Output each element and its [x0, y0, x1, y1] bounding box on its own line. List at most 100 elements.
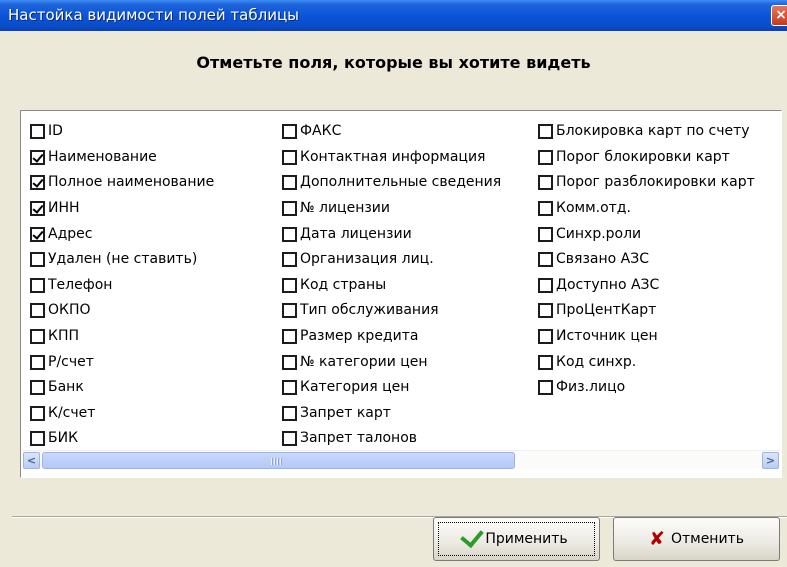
window-title: Настойка видимости полей таблицы [8, 6, 299, 24]
field-option[interactable]: Банк [30, 375, 214, 401]
field-checkbox[interactable] [538, 252, 553, 268]
field-option[interactable]: Дата лицензии [282, 221, 501, 247]
field-option[interactable]: Удален (не ставить) [30, 247, 214, 273]
horizontal-scrollbar[interactable]: < > [22, 450, 780, 469]
field-option[interactable]: ФАКС [282, 119, 501, 145]
scroll-left-button[interactable]: < [23, 452, 40, 469]
field-checkbox[interactable] [30, 303, 45, 319]
field-option[interactable]: Наименование [30, 145, 214, 171]
close-button[interactable]: × [771, 5, 787, 26]
field-option[interactable]: Запрет карт [282, 401, 501, 427]
field-checkbox[interactable] [538, 380, 553, 396]
field-checkbox[interactable] [538, 329, 553, 345]
field-checkbox[interactable] [538, 175, 553, 191]
field-checkbox[interactable] [282, 380, 297, 396]
dialog-body: Отметьте поля, которые вы хотите видеть … [0, 31, 787, 567]
field-checkbox[interactable] [538, 226, 553, 242]
field-checkbox[interactable] [30, 252, 45, 268]
field-label: Порог разблокировки карт [556, 174, 755, 191]
field-option[interactable]: ID [30, 119, 214, 145]
field-checkbox[interactable] [30, 277, 45, 293]
cancel-button-label: Отменить [670, 530, 744, 547]
field-option[interactable]: Контактная информация [282, 145, 501, 171]
field-option[interactable]: Размер кредита [282, 324, 501, 350]
field-checkbox[interactable] [282, 201, 297, 217]
field-label: Категория цен [300, 379, 410, 396]
field-label: Код синхр. [556, 353, 637, 370]
field-checkbox[interactable] [30, 124, 45, 140]
field-checkbox[interactable] [282, 405, 297, 421]
field-option[interactable]: Блокировка карт по счету [538, 119, 755, 145]
instruction-heading: Отметьте поля, которые вы хотите видеть [196, 53, 591, 72]
field-option[interactable]: Категория цен [282, 375, 501, 401]
field-checkbox[interactable] [30, 329, 45, 345]
field-option[interactable]: Связано АЗС [538, 247, 755, 273]
field-checkbox[interactable] [282, 431, 297, 447]
field-checkbox[interactable] [30, 380, 45, 396]
field-option[interactable]: Телефон [30, 273, 214, 299]
field-checkbox[interactable] [30, 149, 45, 165]
field-option[interactable]: Источник цен [538, 324, 755, 350]
field-option[interactable]: Порог блокировки карт [538, 145, 755, 171]
field-option[interactable]: № лицензии [282, 196, 501, 222]
field-checkbox[interactable] [538, 354, 553, 370]
field-option[interactable]: Порог разблокировки карт [538, 170, 755, 196]
field-label: Запрет карт [300, 404, 391, 421]
field-option[interactable]: ОКПО [30, 298, 214, 324]
field-option[interactable]: Дополнительные сведения [282, 170, 501, 196]
field-checkbox[interactable] [282, 277, 297, 293]
field-option[interactable]: Физ.лицо [538, 375, 755, 401]
scroll-right-button[interactable]: > [762, 452, 779, 469]
field-checkbox[interactable] [282, 226, 297, 242]
field-label: ПроЦентКарт [556, 302, 657, 319]
field-checkbox[interactable] [538, 277, 553, 293]
field-checkbox[interactable] [538, 201, 553, 217]
field-checkbox[interactable] [282, 124, 297, 140]
field-checkbox[interactable] [30, 405, 45, 421]
field-checkbox[interactable] [282, 252, 297, 268]
field-label: ОКПО [48, 302, 91, 319]
field-label: Комм.отд. [556, 200, 631, 217]
field-checkbox[interactable] [30, 201, 45, 217]
field-checkbox[interactable] [282, 175, 297, 191]
field-option[interactable]: КПП [30, 324, 214, 350]
field-checkbox[interactable] [30, 354, 45, 370]
field-option[interactable]: ИНН [30, 196, 214, 222]
field-checkbox[interactable] [538, 149, 553, 165]
field-checkbox[interactable] [282, 303, 297, 319]
field-option[interactable]: Тип обслуживания [282, 298, 501, 324]
field-option[interactable]: Доступно АЗС [538, 273, 755, 299]
field-label: Полное наименование [48, 174, 215, 191]
field-checkbox[interactable] [538, 124, 553, 140]
field-checkbox[interactable] [30, 226, 45, 242]
field-checkbox[interactable] [282, 149, 297, 165]
field-option[interactable]: № категории цен [282, 349, 501, 375]
field-option[interactable]: Комм.отд. [538, 196, 755, 222]
field-label: Банк [48, 379, 84, 396]
field-checkbox[interactable] [282, 329, 297, 345]
field-option[interactable]: Р/счет [30, 349, 214, 375]
field-label: К/счет [48, 404, 96, 421]
field-option[interactable]: Организация лиц. [282, 247, 501, 273]
field-option[interactable]: К/счет [30, 401, 214, 427]
field-checkbox[interactable] [538, 303, 553, 319]
field-option[interactable]: ПроЦентКарт [538, 298, 755, 324]
cancel-button[interactable]: ✘ Отменить [613, 517, 780, 561]
field-checkbox[interactable] [282, 354, 297, 370]
apply-button[interactable]: Применить [433, 517, 600, 561]
field-option[interactable]: БИК [30, 426, 214, 452]
field-checkbox[interactable] [30, 431, 45, 447]
field-label: № категории цен [300, 353, 428, 370]
field-label: Физ.лицо [556, 379, 626, 396]
field-label: ID [48, 123, 63, 140]
field-checkbox[interactable] [30, 175, 45, 191]
field-option[interactable]: Адрес [30, 221, 214, 247]
field-option[interactable]: Синхр.роли [538, 221, 755, 247]
scroll-thumb[interactable] [42, 452, 515, 469]
field-label: Адрес [48, 225, 93, 242]
field-option[interactable]: Запрет талонов [282, 426, 501, 452]
field-option[interactable]: Код страны [282, 273, 501, 299]
field-label: Блокировка карт по счету [556, 123, 750, 140]
field-option[interactable]: Полное наименование [30, 170, 214, 196]
field-option[interactable]: Код синхр. [538, 349, 755, 375]
